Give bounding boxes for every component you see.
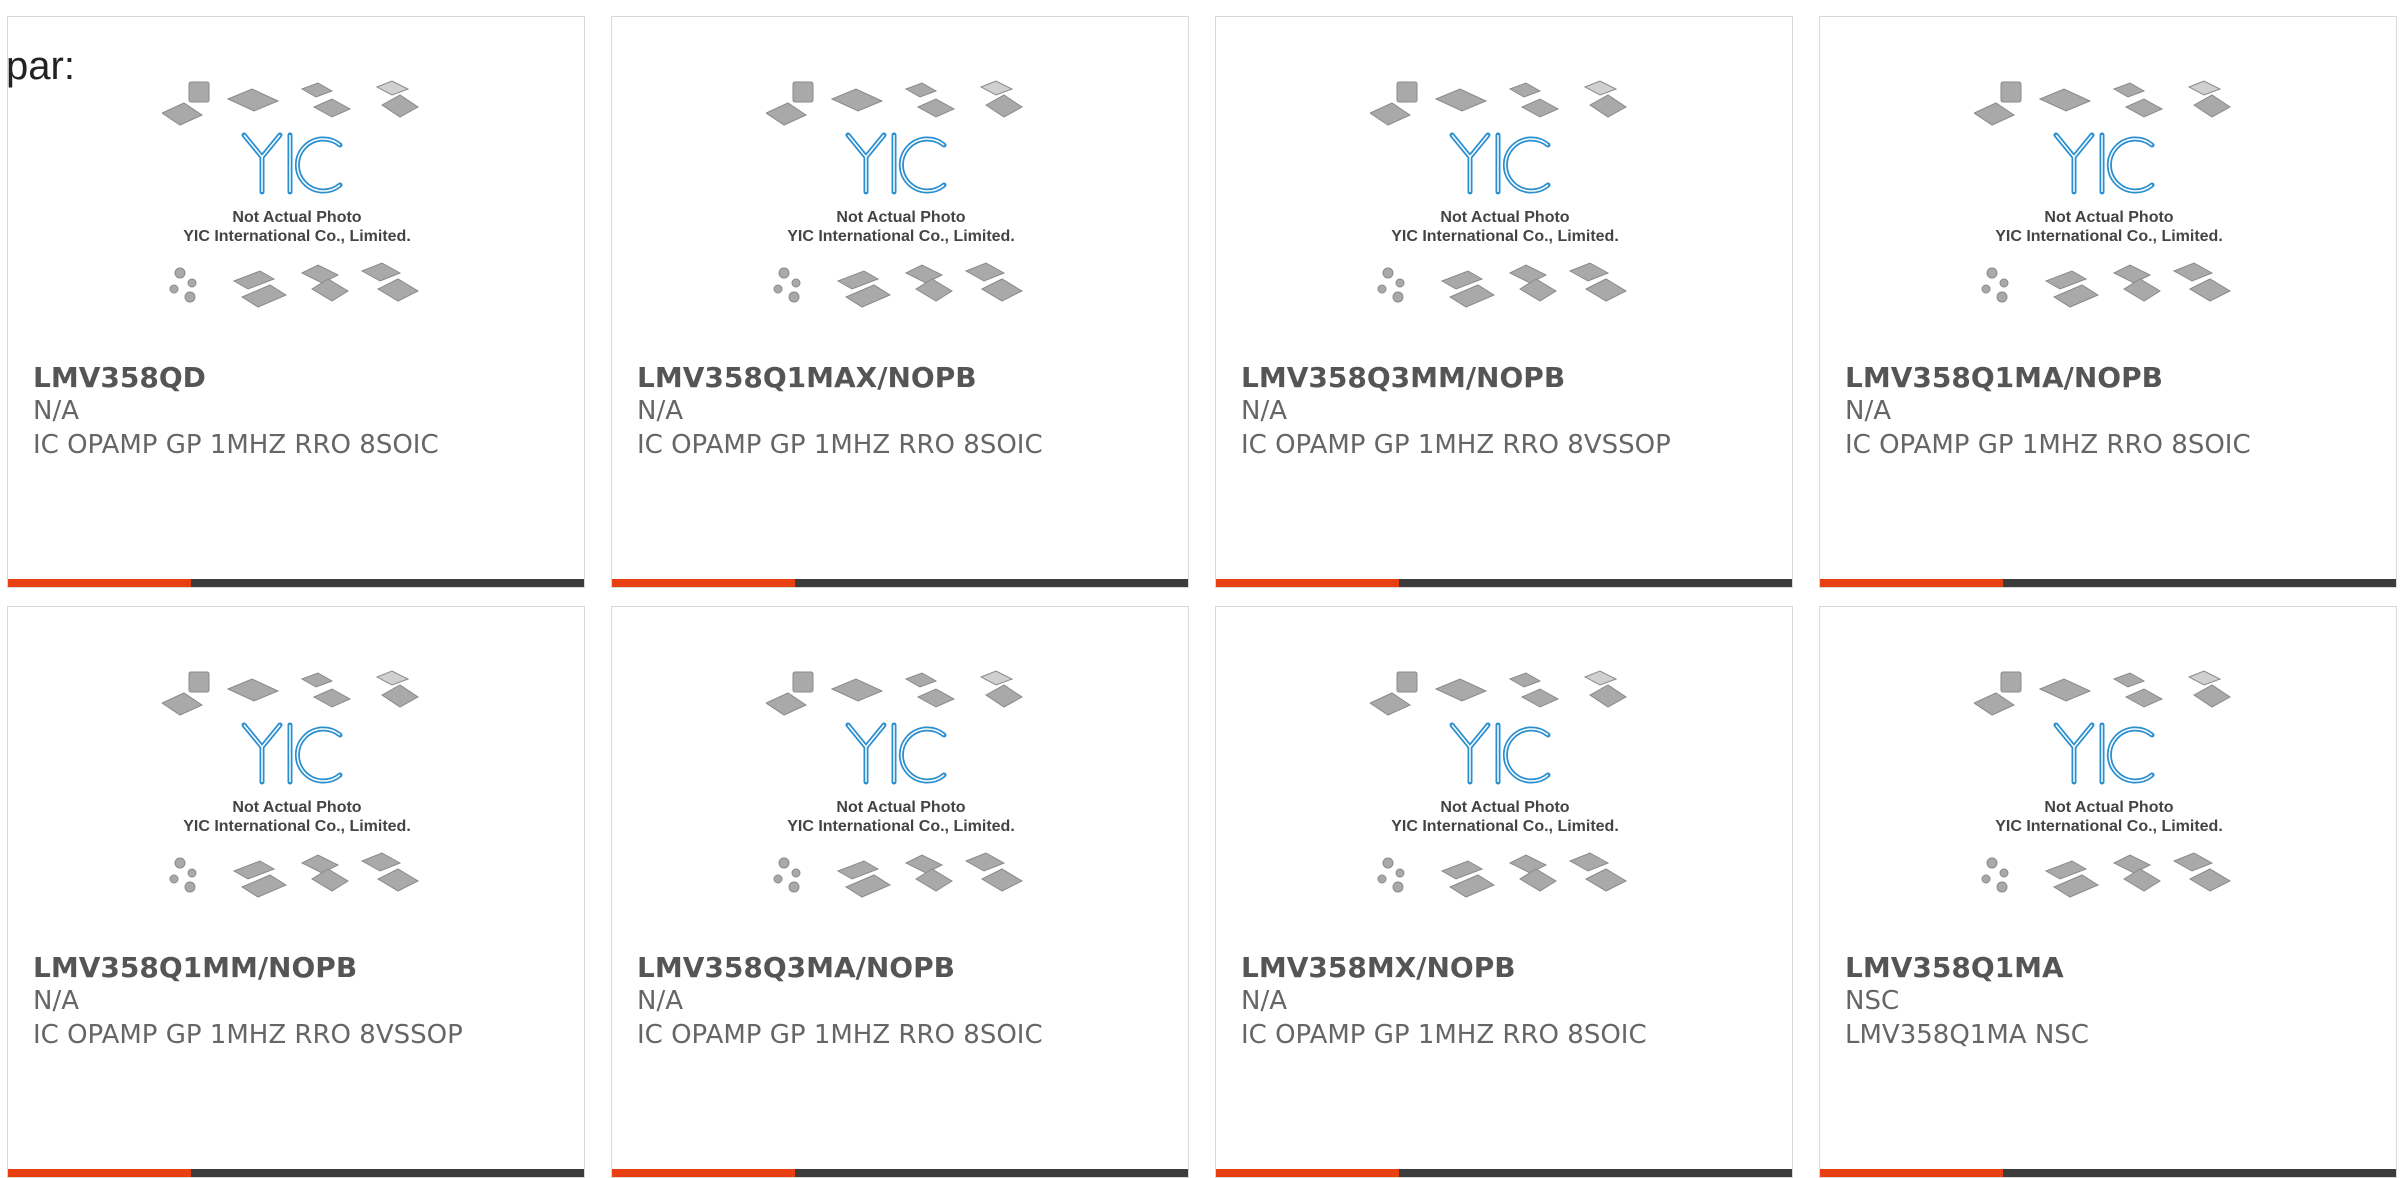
product-placeholder-image: Not Actual Photo YIC International Co., … (1820, 667, 2396, 957)
product-placeholder-image: Not Actual Photo YIC International Co., … (612, 77, 1188, 367)
svg-text:Not Actual Photo: Not Actual Photo (2044, 799, 2173, 816)
product-placeholder-image: Not Actual Photo YIC International Co., … (612, 667, 1188, 957)
card-footer-accent (8, 1169, 191, 1177)
yic-logo-icon (845, 132, 947, 195)
chip-packages-top-icon (1370, 670, 1627, 716)
svg-text:Not Actual Photo: Not Actual Photo (1440, 799, 1569, 816)
chip-packages-bottom-icon (169, 262, 420, 308)
chip-packages-top-icon (1974, 80, 2231, 126)
yic-logo-icon (1449, 722, 1551, 785)
product-placeholder-image: Not Actual Photo YIC International Co., … (8, 667, 584, 957)
part-number[interactable]: LMV358MX/NOPB (1241, 951, 1516, 984)
svg-text:Not Actual Photo: Not Actual Photo (1440, 209, 1569, 226)
yic-logo-icon (845, 722, 947, 785)
part-description: LMV358Q1MA NSC (1845, 1020, 2089, 1050)
chip-packages-top-icon (162, 80, 419, 126)
svg-text:Not Actual Photo: Not Actual Photo (232, 209, 361, 226)
svg-text:YIC International Co., Limited: YIC International Co., Limited. (1391, 818, 1619, 835)
chip-packages-top-icon (766, 80, 1023, 126)
yic-logo-icon (1449, 132, 1551, 195)
part-number[interactable]: LMV358Q1MA/NOPB (1845, 361, 2163, 394)
svg-text:YIC International Co., Limited: YIC International Co., Limited. (1995, 818, 2223, 835)
yic-logo-icon (241, 722, 343, 785)
product-placeholder-image: Not Actual Photo YIC International Co., … (1820, 77, 2396, 367)
product-placeholder-image: Not Actual Photo YIC International Co., … (1216, 77, 1792, 367)
card-footer-accent (612, 579, 795, 587)
chip-packages-bottom-icon (1981, 852, 2232, 898)
card-footer-accent (1216, 1169, 1399, 1177)
svg-text:Not Actual Photo: Not Actual Photo (836, 209, 965, 226)
product-card[interactable]: Not Actual Photo YIC International Co., … (1215, 606, 1793, 1178)
svg-text:YIC International Co., Limited: YIC International Co., Limited. (183, 818, 411, 835)
part-description: IC OPAMP GP 1MHZ RRO 8VSSOP (33, 1020, 463, 1050)
chip-packages-bottom-icon (773, 262, 1024, 308)
chip-packages-bottom-icon (1377, 852, 1628, 898)
chip-packages-top-icon (162, 670, 419, 716)
manufacturer: N/A (33, 396, 79, 426)
product-card[interactable]: Not Actual Photo YIC International Co., … (1819, 16, 2397, 588)
manufacturer: N/A (1845, 396, 1891, 426)
part-description: IC OPAMP GP 1MHZ RRO 8SOIC (637, 1020, 1043, 1050)
product-placeholder-image: Not Actual Photo YIC International Co., … (8, 77, 584, 367)
manufacturer: NSC (1845, 986, 1900, 1016)
card-footer-accent (1216, 579, 1399, 587)
manufacturer: N/A (637, 396, 683, 426)
yic-logo-icon (2053, 132, 2155, 195)
part-description: IC OPAMP GP 1MHZ RRO 8SOIC (637, 430, 1043, 460)
yic-logo-icon (2053, 722, 2155, 785)
part-number[interactable]: LMV358Q1MA (1845, 951, 2064, 984)
chip-packages-bottom-icon (169, 852, 420, 898)
part-description: IC OPAMP GP 1MHZ RRO 8SOIC (1241, 1020, 1647, 1050)
part-description: IC OPAMP GP 1MHZ RRO 8VSSOP (1241, 430, 1671, 460)
product-card[interactable]: Not Actual Photo YIC International Co., … (611, 606, 1189, 1178)
chip-packages-top-icon (1370, 80, 1627, 126)
product-card[interactable]: Not Actual Photo YIC International Co., … (7, 606, 585, 1178)
chip-packages-top-icon (766, 670, 1023, 716)
card-footer-accent (1820, 1169, 2003, 1177)
part-number[interactable]: LMV358QD (33, 361, 206, 394)
product-card[interactable]: Not Actual Photo YIC International Co., … (1819, 606, 2397, 1178)
manufacturer: N/A (33, 986, 79, 1016)
part-number[interactable]: LMV358Q3MM/NOPB (1241, 361, 1565, 394)
chip-packages-top-icon (1974, 670, 2231, 716)
product-card[interactable]: Not Actual Photo YIC International Co., … (611, 16, 1189, 588)
svg-text:YIC International Co., Limited: YIC International Co., Limited. (787, 818, 1015, 835)
part-number[interactable]: LMV358Q1MAX/NOPB (637, 361, 977, 394)
yic-logo-icon (241, 132, 343, 195)
svg-text:YIC International Co., Limited: YIC International Co., Limited. (1391, 228, 1619, 245)
intro-label: par: (6, 44, 75, 88)
card-footer-accent (1820, 579, 2003, 587)
product-placeholder-image: Not Actual Photo YIC International Co., … (1216, 667, 1792, 957)
part-number[interactable]: LMV358Q3MA/NOPB (637, 951, 955, 984)
svg-text:YIC International Co., Limited: YIC International Co., Limited. (183, 228, 411, 245)
chip-packages-bottom-icon (1981, 262, 2232, 308)
part-description: IC OPAMP GP 1MHZ RRO 8SOIC (33, 430, 439, 460)
card-footer-accent (8, 579, 191, 587)
svg-text:Not Actual Photo: Not Actual Photo (232, 799, 361, 816)
chip-packages-bottom-icon (1377, 262, 1628, 308)
chip-packages-bottom-icon (773, 852, 1024, 898)
manufacturer: N/A (1241, 396, 1287, 426)
svg-text:Not Actual Photo: Not Actual Photo (2044, 209, 2173, 226)
svg-text:Not Actual Photo: Not Actual Photo (836, 799, 965, 816)
svg-text:YIC International Co., Limited: YIC International Co., Limited. (787, 228, 1015, 245)
svg-text:YIC International Co., Limited: YIC International Co., Limited. (1995, 228, 2223, 245)
manufacturer: N/A (637, 986, 683, 1016)
manufacturer: N/A (1241, 986, 1287, 1016)
product-card[interactable]: Not Actual Photo YIC International Co., … (7, 16, 585, 588)
card-footer-accent (612, 1169, 795, 1177)
part-number[interactable]: LMV358Q1MM/NOPB (33, 951, 357, 984)
product-grid: par: Not Actual Photo YIC International … (0, 0, 2400, 1178)
product-card[interactable]: Not Actual Photo YIC International Co., … (1215, 16, 1793, 588)
part-description: IC OPAMP GP 1MHZ RRO 8SOIC (1845, 430, 2251, 460)
